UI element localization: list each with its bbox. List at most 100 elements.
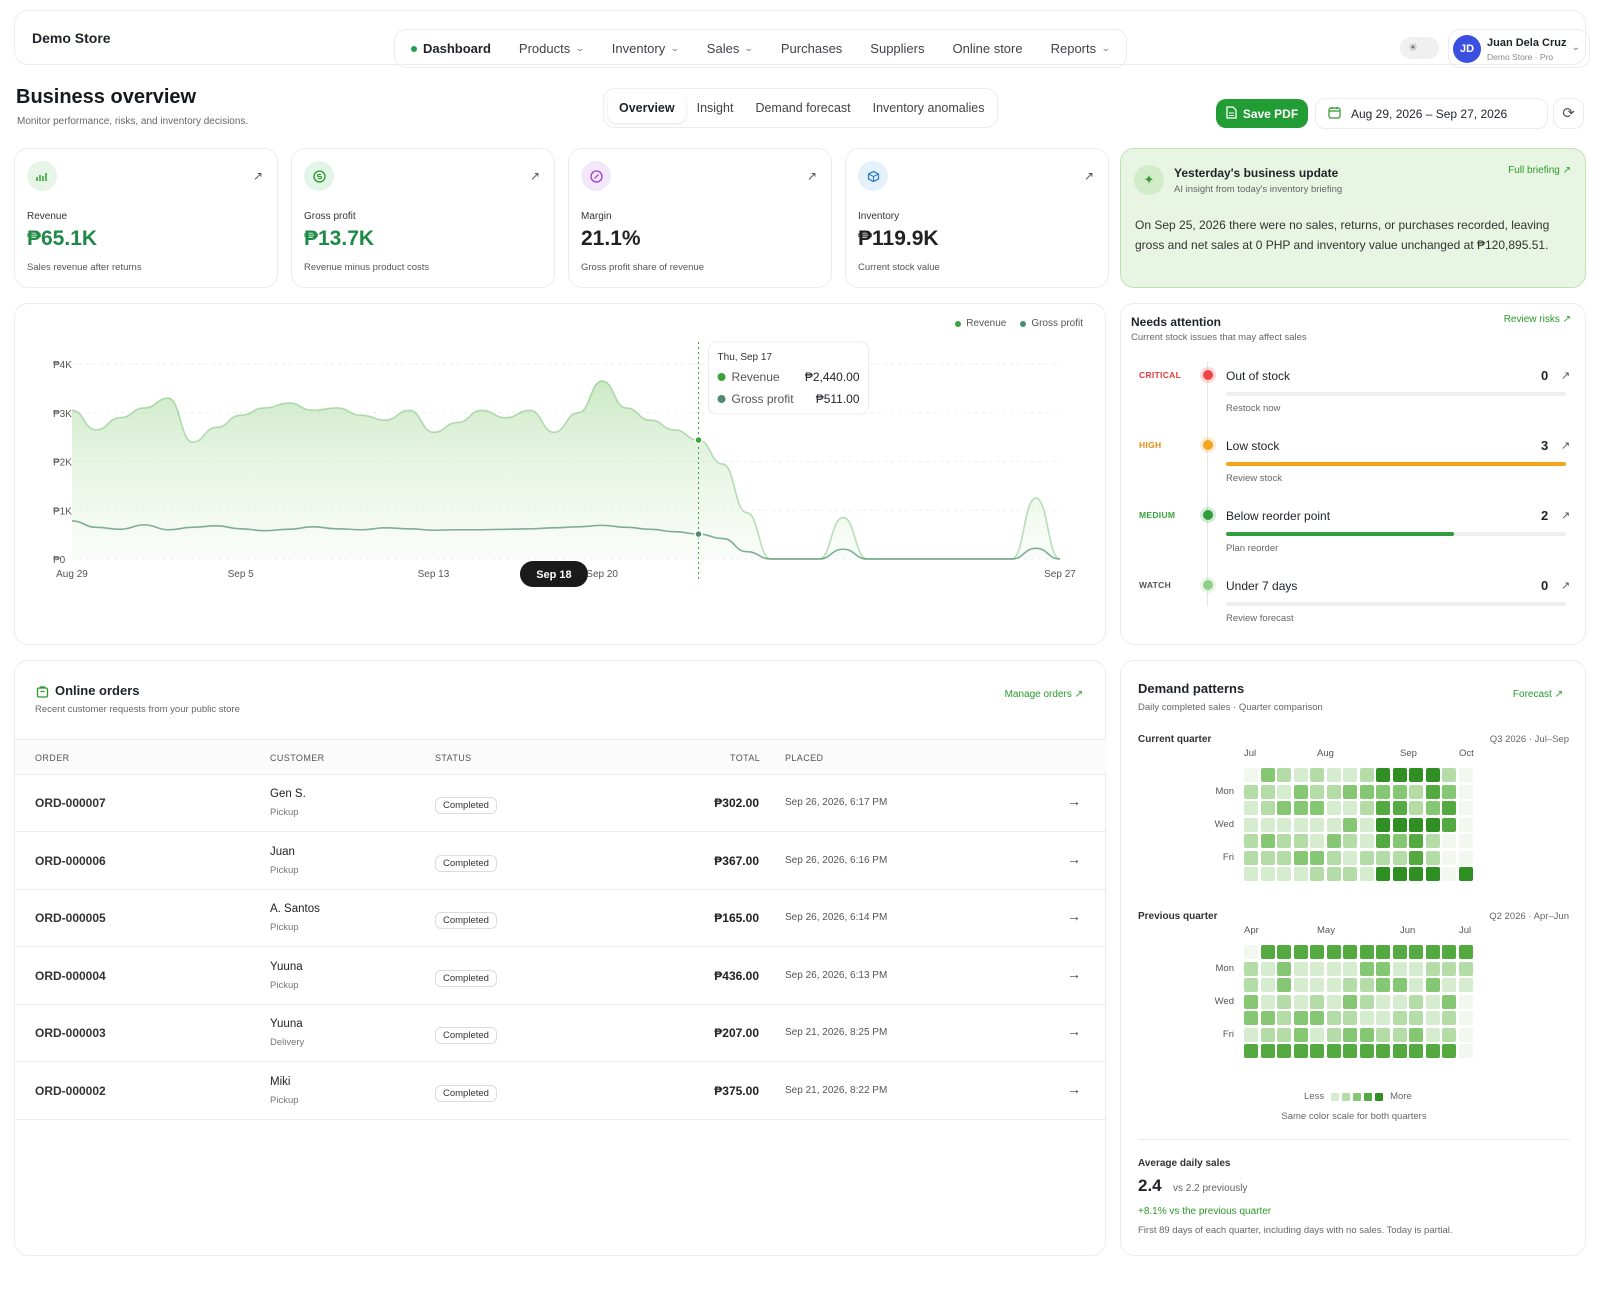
- arrow-up-right-icon[interactable]: ↗: [807, 169, 817, 183]
- heatmap-cell[interactable]: [1310, 817, 1324, 832]
- heatmap-cell[interactable]: [1277, 801, 1291, 815]
- heatmap-cell[interactable]: [1442, 784, 1456, 799]
- arrow-right-icon[interactable]: →: [1067, 908, 1081, 924]
- heatmap-cell[interactable]: [1293, 994, 1308, 1009]
- heatmap-cell[interactable]: [1376, 978, 1390, 992]
- heatmap-cell[interactable]: [1343, 961, 1357, 976]
- table-row[interactable]: ORD-000004 Yuuna Pickup Completed ₱436.00 Sep…: [15, 948, 1107, 1005]
- table-row[interactable]: ORD-000002 Miki Pickup Completed ₱375.00 Sep …: [15, 1063, 1107, 1120]
- heatmap-cell[interactable]: [1343, 945, 1357, 959]
- heatmap-cell[interactable]: [1277, 978, 1291, 992]
- heatmap-cell[interactable]: [1293, 834, 1308, 848]
- heatmap-cell[interactable]: [1425, 978, 1440, 992]
- heatmap-cell[interactable]: [1392, 867, 1407, 881]
- arrow-up-right-icon[interactable]: ↗: [1084, 169, 1094, 183]
- refresh-button[interactable]: ⟳: [1553, 98, 1584, 129]
- heatmap-cell[interactable]: [1244, 784, 1258, 799]
- nav-item-purchases[interactable]: Purchases: [781, 41, 842, 56]
- arrow-right-icon[interactable]: →: [1067, 966, 1081, 982]
- kpi-card-revenue[interactable]: ↗ Revenue ₱65.1K Sales revenue after return…: [14, 148, 278, 288]
- heatmap-cell[interactable]: [1376, 768, 1390, 782]
- heatmap-cell[interactable]: [1442, 801, 1456, 815]
- heatmap-cell[interactable]: [1293, 1044, 1308, 1058]
- heatmap-cell[interactable]: [1326, 1011, 1341, 1025]
- heatmap-cell[interactable]: [1409, 801, 1423, 815]
- heatmap-cell[interactable]: [1260, 850, 1275, 865]
- heatmap-cell[interactable]: [1260, 817, 1275, 832]
- heatmap-cell[interactable]: [1260, 978, 1275, 992]
- attention-item-low-stock[interactable]: HIGH Low stock 3 ↗ Review stock: [1121, 437, 1587, 507]
- heatmap-cell[interactable]: [1293, 867, 1308, 881]
- heatmap-cell[interactable]: [1458, 768, 1473, 782]
- nav-item-products[interactable]: Products ⌄: [519, 41, 585, 56]
- heatmap-cell[interactable]: [1244, 817, 1258, 832]
- heatmap-cell[interactable]: [1442, 945, 1456, 959]
- heatmap-cell[interactable]: [1343, 978, 1357, 992]
- heatmap-cell[interactable]: [1293, 978, 1308, 992]
- heatmap-cell[interactable]: [1310, 994, 1324, 1009]
- heatmap-cell[interactable]: [1409, 867, 1423, 881]
- heatmap-cell[interactable]: [1425, 801, 1440, 815]
- order-id[interactable]: ORD-000004: [35, 969, 106, 983]
- heatmap-cell[interactable]: [1310, 784, 1324, 799]
- heatmap-cell[interactable]: [1442, 768, 1456, 782]
- tab-inventory-anomalies[interactable]: Inventory anomalies: [862, 93, 996, 123]
- heatmap-cell[interactable]: [1310, 961, 1324, 976]
- order-id[interactable]: ORD-000002: [35, 1084, 106, 1098]
- heatmap-cell[interactable]: [1326, 867, 1341, 881]
- heatmap-cell[interactable]: [1359, 867, 1374, 881]
- heatmap-cell[interactable]: [1343, 1044, 1357, 1058]
- heatmap-cell[interactable]: [1458, 1044, 1473, 1058]
- theme-toggle[interactable]: ☀: [1400, 37, 1439, 59]
- review-risks-link[interactable]: Review risks ↗: [1504, 314, 1571, 325]
- revenue-chart[interactable]: ₱0 ₱1K ₱2K ₱3K ₱4K Aug 29 Sep 5 Sep 13 Sep 18 Sep…: [15, 304, 1107, 646]
- heatmap-cell[interactable]: [1425, 994, 1440, 1009]
- heatmap-cell[interactable]: [1359, 834, 1374, 848]
- heatmap-cell[interactable]: [1343, 867, 1357, 881]
- heatmap-cell[interactable]: [1458, 834, 1473, 848]
- heatmap-cell[interactable]: [1376, 817, 1390, 832]
- heatmap-cell[interactable]: [1260, 801, 1275, 815]
- heatmap-cell[interactable]: [1376, 994, 1390, 1009]
- heatmap-cell[interactable]: [1425, 961, 1440, 976]
- heatmap-cell[interactable]: [1359, 1027, 1374, 1042]
- save-pdf-button[interactable]: Save PDF: [1216, 99, 1308, 128]
- arrow-right-icon[interactable]: →: [1067, 851, 1081, 867]
- nav-item-online-store[interactable]: Online store: [953, 41, 1023, 56]
- heatmap-cell[interactable]: [1244, 1044, 1258, 1058]
- heatmap-cell[interactable]: [1425, 834, 1440, 848]
- heatmap-cell[interactable]: [1343, 850, 1357, 865]
- heatmap-cell[interactable]: [1359, 768, 1374, 782]
- attention-item-below-reorder-point[interactable]: MEDIUM Below reorder point 2 ↗ Plan reorder: [1121, 507, 1587, 577]
- heatmap-cell[interactable]: [1293, 768, 1308, 782]
- heatmap-cell[interactable]: [1244, 834, 1258, 848]
- heatmap-cell[interactable]: [1376, 801, 1390, 815]
- heatmap-cell[interactable]: [1326, 834, 1341, 848]
- nav-item-dashboard[interactable]: Dashboard: [411, 41, 491, 56]
- heatmap-cell[interactable]: [1359, 961, 1374, 976]
- heatmap-cell[interactable]: [1343, 834, 1357, 848]
- nav-item-suppliers[interactable]: Suppliers: [870, 41, 924, 56]
- heatmap-cell[interactable]: [1392, 961, 1407, 976]
- heatmap-cell[interactable]: [1244, 867, 1258, 881]
- heatmap-cell[interactable]: [1343, 801, 1357, 815]
- heatmap-cell[interactable]: [1326, 1027, 1341, 1042]
- heatmap-cell[interactable]: [1343, 784, 1357, 799]
- heatmap-cell[interactable]: [1409, 978, 1423, 992]
- heatmap-cell[interactable]: [1326, 817, 1341, 832]
- heatmap-cell[interactable]: [1425, 1044, 1440, 1058]
- heatmap-cell[interactable]: [1409, 784, 1423, 799]
- heatmap-cell[interactable]: [1425, 784, 1440, 799]
- heatmap-cell[interactable]: [1376, 850, 1390, 865]
- arrow-up-right-icon[interactable]: ↗: [1561, 579, 1570, 592]
- heatmap-cell[interactable]: [1326, 978, 1341, 992]
- heatmap-cell[interactable]: [1359, 978, 1374, 992]
- heatmap-cell[interactable]: [1277, 867, 1291, 881]
- heatmap-cell[interactable]: [1376, 1027, 1390, 1042]
- heatmap-cell[interactable]: [1277, 945, 1291, 959]
- order-id[interactable]: ORD-000005: [35, 911, 106, 925]
- heatmap-cell[interactable]: [1425, 768, 1440, 782]
- date-range-picker[interactable]: Aug 29, 2026 – Sep 27, 2026: [1315, 98, 1548, 129]
- order-id[interactable]: ORD-000007: [35, 796, 106, 810]
- heatmap-cell[interactable]: [1392, 834, 1407, 848]
